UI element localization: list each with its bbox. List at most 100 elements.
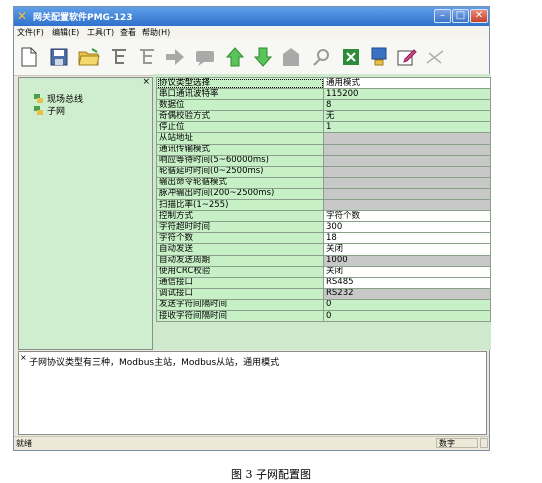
tools-icon[interactable] [310, 47, 332, 67]
property-row[interactable]: 字符个数 18 [156, 232, 491, 245]
arrow-right-icon[interactable] [164, 47, 186, 67]
property-value[interactable] [323, 165, 491, 178]
minimize-button[interactable]: – [434, 9, 451, 23]
property-row[interactable]: 自动发送 关闭 [156, 243, 491, 256]
shape-icon[interactable] [280, 47, 302, 67]
property-name: 从站地址 [156, 132, 324, 145]
property-value[interactable]: RS485 [323, 276, 491, 289]
tree-pane: × 现场总线 子网 [18, 77, 153, 350]
resize-grip[interactable] [480, 438, 488, 448]
property-value[interactable]: RS232 [323, 287, 491, 300]
message-icon[interactable] [194, 47, 216, 67]
property-row[interactable]: 使用CRC校验 关闭 [156, 265, 491, 278]
property-name: 通讯传输模式 [156, 143, 324, 156]
property-row[interactable]: 通信接口 RS485 [156, 276, 491, 289]
menu-help[interactable]: 帮助(H) [142, 27, 170, 38]
toolbar [14, 39, 489, 76]
tree-item-fieldbus[interactable]: 现场总线 [33, 92, 83, 105]
window-title: 网关配置软件PMG-123 [33, 13, 133, 23]
property-row[interactable]: 响应等待时间(5~60000ms) [156, 154, 491, 167]
property-name: 使用CRC校验 [156, 265, 324, 278]
property-row[interactable]: 串口通讯波特率 115200 [156, 88, 491, 101]
property-name: 数据位 [156, 99, 324, 112]
arrow-up-icon[interactable] [224, 47, 246, 67]
property-value[interactable] [323, 154, 491, 167]
property-value[interactable]: 字符个数 [323, 210, 491, 223]
menu-view[interactable]: 查看 [120, 27, 136, 38]
property-row[interactable]: 自动发送周期 1000 [156, 254, 491, 267]
property-value[interactable]: 18 [323, 232, 491, 245]
title-bar[interactable]: ✕ 网关配置软件PMG-123 – □ ✕ [14, 7, 489, 26]
description-pane: × 子网协议类型有三种，Modbus主站，Modbus从站，通用模式 [18, 351, 487, 435]
property-value[interactable]: 1000 [323, 254, 491, 267]
tree-pane-close-icon[interactable]: × [142, 77, 150, 87]
property-name: 停止位 [156, 121, 324, 134]
property-value[interactable]: 关闭 [323, 243, 491, 256]
property-name: 自动发送周期 [156, 254, 324, 267]
app-window: ✕ 网关配置软件PMG-123 – □ ✕ 文件(F) 编辑(E) 工具(T) … [13, 6, 491, 451]
property-value[interactable] [323, 132, 491, 145]
property-row[interactable]: 接收字符间隔时间 0 [156, 309, 491, 323]
property-value[interactable]: 115200 [323, 88, 491, 101]
property-row[interactable]: 协议类型选择 通用模式 [156, 76, 491, 90]
property-name: 调试接口 [156, 287, 324, 300]
menu-file[interactable]: 文件(F) [17, 27, 44, 38]
property-value[interactable]: 0 [323, 309, 491, 323]
property-row[interactable]: 调试接口 RS232 [156, 287, 491, 300]
new-file-icon[interactable] [18, 47, 40, 67]
property-name: 通信接口 [156, 276, 324, 289]
menu-edit[interactable]: 编辑(E) [52, 27, 79, 38]
tree-item-subnet[interactable]: 子网 [33, 104, 65, 117]
property-row[interactable]: 停止位 1 [156, 121, 491, 134]
property-value[interactable]: 通用模式 [323, 76, 491, 90]
property-value[interactable] [323, 176, 491, 189]
property-row[interactable]: 发送字符间隔时间 0 [156, 298, 491, 311]
property-name: 扫描比率(1~255) [156, 199, 324, 212]
property-value[interactable]: 关闭 [323, 265, 491, 278]
cut-icon[interactable] [424, 47, 446, 67]
property-row[interactable]: 脉冲输出时间(200~2500ms) [156, 187, 491, 201]
network-node-icon [33, 105, 44, 116]
download-icon[interactable] [368, 47, 390, 67]
property-value[interactable]: 0 [323, 298, 491, 311]
property-row[interactable]: 奇偶校验方式无 [156, 110, 491, 123]
tree-add-icon[interactable] [108, 47, 130, 67]
excel-icon[interactable] [340, 47, 362, 67]
description-pane-close-icon[interactable]: × [20, 353, 27, 362]
property-grid: 协议类型选择 通用模式 串口通讯波特率 115200 数据位 8 奇偶校验方式无停止位 1 从站… [153, 74, 491, 350]
property-value[interactable] [323, 187, 491, 201]
app-logo-icon: ✕ [17, 9, 28, 23]
property-row[interactable]: 字符超时时间 300 [156, 221, 491, 234]
menu-tools[interactable]: 工具(T) [87, 27, 114, 38]
property-name: 响应等待时间(5~60000ms) [156, 154, 324, 167]
property-value[interactable]: 无 [323, 110, 491, 123]
property-value[interactable]: 300 [323, 221, 491, 234]
property-name: 字符超时时间 [156, 221, 324, 234]
property-value[interactable]: 1 [323, 121, 491, 134]
property-name: 输出命令轮循模式 [156, 176, 324, 189]
tree-remove-icon[interactable] [136, 47, 158, 67]
property-row[interactable]: 从站地址 [156, 132, 491, 145]
close-button[interactable]: ✕ [470, 9, 488, 23]
property-row[interactable]: 控制方式 字符个数 [156, 210, 491, 223]
status-bar: 就绪 数字 [14, 436, 489, 450]
network-node-icon [33, 93, 44, 104]
arrow-down-icon[interactable] [252, 47, 274, 67]
property-value[interactable] [323, 199, 491, 212]
maximize-button[interactable]: □ [452, 9, 469, 23]
property-row[interactable]: 轮循延时时间(0~2500ms) [156, 165, 491, 178]
save-icon[interactable] [48, 47, 70, 67]
property-value[interactable] [323, 143, 491, 156]
property-row[interactable]: 扫描比率(1~255) [156, 199, 491, 212]
figure-caption: 图 3 子网配置图 [231, 468, 311, 481]
open-folder-icon[interactable] [78, 47, 100, 67]
property-row[interactable]: 输出命令轮循模式 [156, 176, 491, 189]
property-name: 协议类型选择 [156, 76, 324, 90]
property-name: 字符个数 [156, 232, 324, 245]
edit-icon[interactable] [396, 47, 418, 67]
property-row[interactable]: 数据位 8 [156, 99, 491, 112]
property-row[interactable]: 通讯传输模式 [156, 143, 491, 156]
status-indicator: 数字 [436, 438, 478, 448]
property-value[interactable]: 8 [323, 99, 491, 112]
menu-bar: 文件(F) 编辑(E) 工具(T) 查看 帮助(H) [14, 26, 489, 39]
